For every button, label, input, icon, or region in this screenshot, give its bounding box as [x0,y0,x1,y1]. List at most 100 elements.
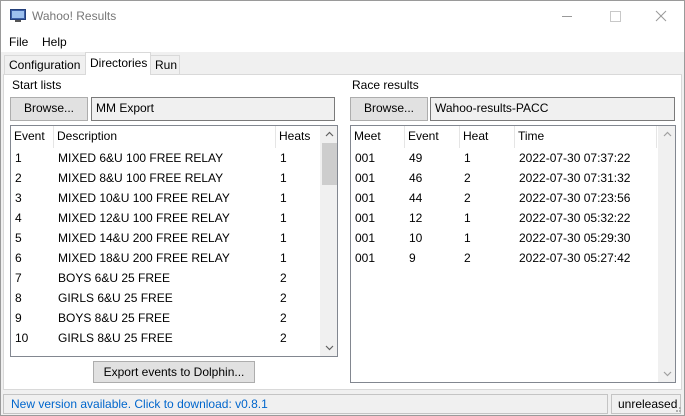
table-cell: 001 [355,151,376,165]
table-row[interactable]: 001 46 2 2022-07-30 07:31:32 [351,168,675,188]
title-bar[interactable]: Wahoo! Results [1,1,684,32]
directories-panel: Start lists Browse... MM Export Event De… [3,74,682,390]
table-row[interactable]: 001 49 1 2022-07-30 07:37:22 [351,148,675,168]
tab-strip: Configuration Directories Run [1,52,684,75]
table-row[interactable]: 3 MIXED 10&U 100 FREE RELAY 1 [11,188,337,208]
tab-run[interactable]: Run [150,55,180,75]
race-results-header: Meet Event Heat Time [351,126,675,148]
status-bar: New version available. Click to download… [1,392,684,415]
table-cell: 2 [280,291,287,305]
race-results-browse-button[interactable]: Browse... [350,97,428,121]
column-header-event[interactable]: Event [11,126,54,148]
start-lists-scrollbar[interactable] [320,126,337,356]
table-cell: 1 [280,211,287,225]
table-cell: MIXED 8&U 100 FREE RELAY [58,171,224,185]
start-lists-path-field[interactable]: MM Export [91,97,335,121]
menu-help[interactable]: Help [42,35,67,49]
table-cell: 44 [409,191,423,205]
column-header-description[interactable]: Description [54,126,276,148]
close-icon[interactable] [638,1,684,32]
table-row[interactable]: 001 10 1 2022-07-30 05:29:30 [351,228,675,248]
maximize-icon[interactable] [592,1,638,32]
scroll-down-icon[interactable] [321,339,338,356]
race-results-path-field[interactable]: Wahoo-results-PACC [430,97,675,121]
scroll-up-icon[interactable] [659,126,676,143]
table-cell: 4 [15,211,22,225]
scroll-down-icon[interactable] [659,365,676,382]
table-cell: 001 [355,251,376,265]
table-row[interactable]: 1 MIXED 6&U 100 FREE RELAY 1 [11,148,337,168]
table-row[interactable]: 8 GIRLS 6&U 25 FREE 2 [11,288,337,308]
table-cell: 2022-07-30 07:31:32 [519,171,631,185]
table-cell: 2022-07-30 05:27:42 [519,251,631,265]
table-cell: 3 [15,191,22,205]
table-cell: 8 [15,291,22,305]
table-cell: 2 [464,191,471,205]
table-cell: 1 [280,151,287,165]
table-cell: 2 [464,251,471,265]
table-cell: 2022-07-30 07:37:22 [519,151,631,165]
minimize-icon[interactable] [544,1,590,32]
table-cell: 46 [409,171,423,185]
table-cell: 2 [280,271,287,285]
window-title: Wahoo! Results [32,9,117,23]
table-row[interactable]: 001 12 1 2022-07-30 05:32:22 [351,208,675,228]
table-row[interactable]: 2 MIXED 8&U 100 FREE RELAY 1 [11,168,337,188]
table-row[interactable]: 001 44 2 2022-07-30 07:23:56 [351,188,675,208]
scroll-up-icon[interactable] [321,126,338,143]
table-row[interactable]: 6 MIXED 18&U 200 FREE RELAY 1 [11,248,337,268]
export-events-button[interactable]: Export events to Dolphin... [93,361,255,383]
table-row[interactable]: 10 GIRLS 8&U 25 FREE 2 [11,328,337,348]
start-lists-table[interactable]: Event Description Heats 1 MIXED 6&U 100 F… [10,125,338,357]
table-cell: 12 [409,211,423,225]
tab-configuration[interactable]: Configuration [4,55,86,75]
start-lists-browse-button[interactable]: Browse... [10,97,88,121]
table-cell: 2022-07-30 07:23:56 [519,191,631,205]
table-cell: BOYS 6&U 25 FREE [58,271,171,285]
scroll-thumb[interactable] [322,143,337,185]
table-cell: 2022-07-30 05:32:22 [519,211,631,225]
resize-grip-icon[interactable] [672,403,682,413]
table-cell: BOYS 8&U 25 FREE [58,311,171,325]
table-row[interactable]: 7 BOYS 6&U 25 FREE 2 [11,268,337,288]
table-row[interactable]: 5 MIXED 14&U 200 FREE RELAY 1 [11,228,337,248]
table-cell: 1 [280,251,287,265]
column-header-time[interactable]: Time [515,126,657,148]
table-row[interactable]: 001 9 2 2022-07-30 05:27:42 [351,248,675,268]
version-label: unreleased [611,394,681,414]
update-available-link[interactable]: New version available. Click to download… [3,394,608,414]
table-cell: 1 [280,191,287,205]
column-header-heat[interactable]: Heat [460,126,515,148]
table-cell: 9 [409,251,416,265]
column-header-event[interactable]: Event [405,126,460,148]
table-cell: 2 [15,171,22,185]
table-cell: 10 [409,231,423,245]
tab-directories[interactable]: Directories [85,52,151,75]
table-cell: MIXED 6&U 100 FREE RELAY [58,151,224,165]
menu-file[interactable]: File [9,35,28,49]
table-cell: 5 [15,231,22,245]
column-header-meet[interactable]: Meet [351,126,405,148]
table-cell: 6 [15,251,22,265]
table-cell: 9 [15,311,22,325]
table-cell: GIRLS 6&U 25 FREE [58,291,173,305]
table-cell: 1 [464,231,471,245]
column-header-heats[interactable]: Heats [276,126,321,148]
table-cell: GIRLS 8&U 25 FREE [58,331,173,345]
start-lists-label: Start lists [12,78,62,92]
table-cell: 1 [15,151,22,165]
table-cell: 001 [355,191,376,205]
app-window: Wahoo! Results File Help Configuration D… [0,0,685,416]
table-cell: MIXED 18&U 200 FREE RELAY [58,251,230,265]
table-cell: 1 [464,151,471,165]
table-row[interactable]: 4 MIXED 12&U 100 FREE RELAY 1 [11,208,337,228]
table-cell: 001 [355,171,376,185]
table-cell: 49 [409,151,423,165]
table-cell: MIXED 14&U 200 FREE RELAY [58,231,230,245]
race-results-scrollbar[interactable] [658,126,675,382]
table-cell: MIXED 12&U 100 FREE RELAY [58,211,230,225]
table-cell: 1 [280,171,287,185]
race-results-table[interactable]: Meet Event Heat Time 001 49 1 2022-07-30 07… [350,125,676,383]
table-cell: 2 [464,171,471,185]
table-row[interactable]: 9 BOYS 8&U 25 FREE 2 [11,308,337,328]
